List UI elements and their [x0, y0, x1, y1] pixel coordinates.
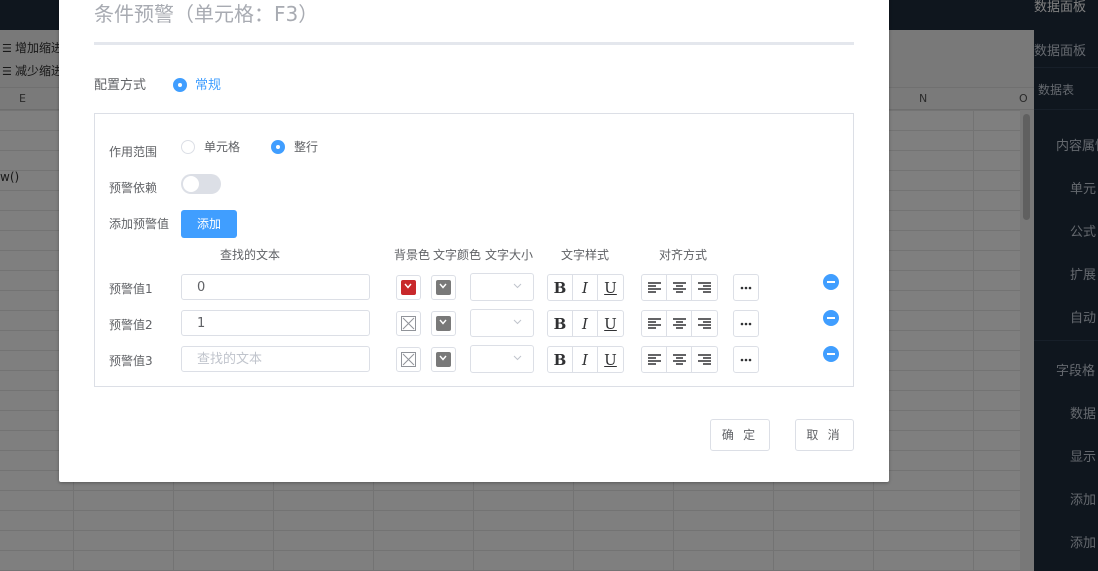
cancel-button[interactable]: 取 消 [795, 419, 854, 451]
text-color-picker[interactable] [431, 347, 456, 372]
align-center-button[interactable] [667, 311, 692, 336]
more-options-button[interactable] [733, 310, 759, 337]
align-right-button[interactable] [692, 311, 717, 336]
alert-row-label: 预警值3 [109, 354, 153, 368]
col-bg-color: 背景色 [394, 248, 431, 262]
bold-button[interactable]: B [548, 275, 573, 300]
text-style-group: B I U [547, 346, 624, 373]
align-right-icon [698, 318, 711, 329]
italic-button[interactable]: I [573, 311, 598, 336]
dependency-toggle[interactable] [181, 174, 221, 194]
radio-unchecked-icon [181, 139, 195, 154]
align-left-button[interactable] [642, 347, 667, 372]
chevron-down-icon [404, 283, 412, 289]
col-font-size: 文字大小 [485, 248, 534, 262]
chevron-down-icon [439, 283, 447, 289]
text-style-group: B I U [547, 274, 624, 301]
chevron-down-icon [513, 283, 522, 289]
align-right-button[interactable] [692, 347, 717, 372]
bold-button[interactable]: B [548, 311, 573, 336]
more-icon [740, 358, 752, 361]
conditional-alert-dialog: 条件预警（单元格：F3） 配置方式 常规 作用范围 单元格 整行 预警依赖 添加… [59, 0, 889, 482]
italic-button[interactable]: I [573, 347, 598, 372]
more-icon [740, 286, 752, 289]
bold-button[interactable]: B [548, 347, 573, 372]
remove-row-button[interactable] [823, 346, 839, 362]
font-size-select[interactable] [470, 345, 534, 373]
align-center-icon [672, 282, 686, 293]
config-mode-label: 配置方式 [94, 78, 147, 93]
align-right-icon [698, 282, 711, 293]
title-divider [94, 42, 854, 45]
align-left-button[interactable] [642, 275, 667, 300]
dialog-title: 条件预警（单元格：F3） [94, 2, 319, 26]
col-search-text: 查找的文本 [220, 248, 281, 262]
bg-color-picker[interactable] [396, 311, 421, 336]
align-center-icon [672, 318, 686, 329]
more-icon [740, 322, 752, 325]
underline-button[interactable]: U [598, 347, 623, 372]
italic-button[interactable]: I [573, 275, 598, 300]
font-size-select[interactable] [470, 309, 534, 337]
add-alert-label: 添加预警值 [109, 217, 170, 231]
no-color-cross-icon [402, 353, 415, 366]
align-group [641, 346, 718, 373]
search-text-input[interactable] [181, 310, 370, 336]
align-left-icon [647, 282, 661, 293]
search-text-input[interactable] [181, 274, 370, 300]
align-center-button[interactable] [667, 347, 692, 372]
remove-row-button[interactable] [823, 310, 839, 326]
col-text-color: 文字颜色 [433, 248, 482, 262]
alert-config-box: 作用范围 单元格 整行 预警依赖 添加预警值 添加 查找的文本 背景色 文字颜色… [94, 113, 854, 387]
dependency-label: 预警依赖 [109, 181, 158, 195]
more-options-button[interactable] [733, 274, 759, 301]
chevron-down-icon [513, 319, 522, 325]
config-mode-normal-radio[interactable]: 常规 [173, 74, 221, 93]
align-left-icon [647, 318, 661, 329]
alert-row-3: 预警值3 B I U [95, 345, 853, 373]
align-right-icon [698, 354, 711, 365]
bg-color-picker[interactable] [396, 275, 421, 300]
align-center-button[interactable] [667, 275, 692, 300]
align-group [641, 274, 718, 301]
empty-color-icon [401, 316, 416, 331]
more-options-button[interactable] [733, 346, 759, 373]
col-text-style: 文字样式 [561, 248, 610, 262]
underline-button[interactable]: U [598, 275, 623, 300]
text-style-group: B I U [547, 310, 624, 337]
color-swatch [436, 352, 451, 367]
font-size-select[interactable] [470, 273, 534, 301]
align-center-icon [672, 354, 686, 365]
alert-row-label: 预警值2 [109, 318, 153, 332]
no-color-cross-icon [402, 317, 415, 330]
alert-row-2: 预警值2 B I U [95, 309, 853, 337]
alert-row-1: 预警值1 B I U [95, 273, 853, 301]
empty-color-icon [401, 352, 416, 367]
alert-row-label: 预警值1 [109, 282, 153, 296]
chevron-down-icon [439, 319, 447, 325]
chevron-down-icon [439, 355, 447, 361]
bg-color-picker[interactable] [396, 347, 421, 372]
remove-row-button[interactable] [823, 274, 839, 290]
chevron-down-icon [513, 355, 522, 361]
add-alert-button[interactable]: 添加 [181, 210, 237, 238]
confirm-button[interactable]: 确 定 [710, 419, 770, 451]
underline-button[interactable]: U [598, 311, 623, 336]
scope-label: 作用范围 [109, 145, 158, 159]
radio-checked-icon [173, 77, 187, 92]
align-right-button[interactable] [692, 275, 717, 300]
search-text-input[interactable] [181, 346, 370, 372]
text-color-picker[interactable] [431, 275, 456, 300]
align-group [641, 310, 718, 337]
scope-row-radio[interactable]: 整行 [271, 138, 318, 155]
scope-cell-radio[interactable]: 单元格 [181, 138, 240, 155]
align-left-icon [647, 354, 661, 365]
text-color-picker[interactable] [431, 311, 456, 336]
color-swatch [401, 280, 416, 295]
radio-checked-icon [271, 139, 285, 154]
color-swatch [436, 280, 451, 295]
align-left-button[interactable] [642, 311, 667, 336]
col-align: 对齐方式 [659, 248, 708, 262]
color-swatch [436, 316, 451, 331]
